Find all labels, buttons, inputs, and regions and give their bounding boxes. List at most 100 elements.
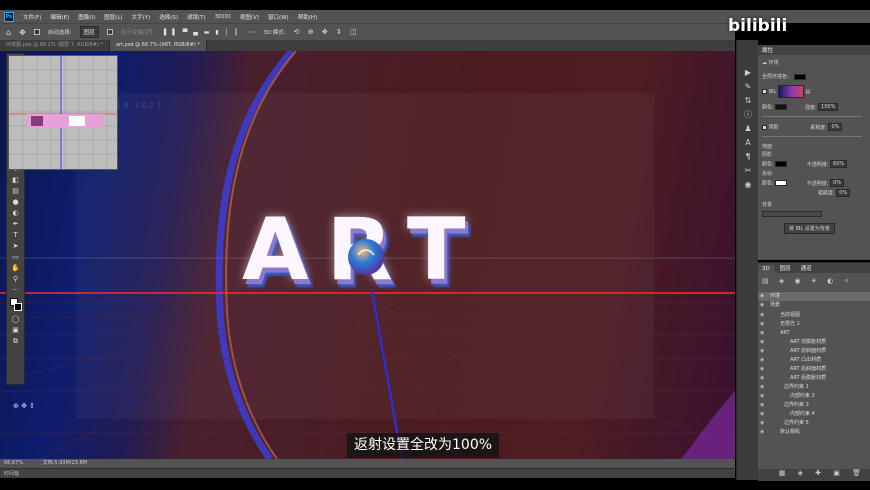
type-panel-icon[interactable]: A [737, 136, 759, 150]
layer-row[interactable]: ◉ ART 前斜面材质 [758, 347, 870, 356]
clone-source-icon[interactable]: ♟ [737, 122, 759, 136]
menu-edit[interactable]: 编辑(E) [50, 13, 69, 21]
ibl-checkbox[interactable] [762, 89, 767, 94]
menu-file[interactable]: 文件(F) [23, 13, 41, 21]
reflection-color-swatch[interactable] [775, 180, 788, 186]
zoom-tool-icon[interactable]: ⚲ [7, 274, 24, 285]
quick-mask-icon[interactable]: ◯ [7, 314, 24, 325]
more-tools-icon[interactable]: ··· [7, 285, 24, 296]
eye-icon[interactable]: ◉ [760, 338, 764, 347]
softness-field[interactable]: 0% [828, 123, 843, 131]
layer-row[interactable]: ◉ ART 后膨胀材质 [758, 374, 870, 383]
eye-icon[interactable]: ◉ [760, 383, 764, 392]
softness-slider[interactable] [762, 133, 862, 139]
timeline-bar[interactable]: 时间轴 [0, 468, 735, 478]
edit-toolbar-icon[interactable]: ⧉ [7, 336, 24, 347]
layer-row[interactable]: ◉ ART 后斜面材质 [758, 365, 870, 374]
layer-row[interactable]: ◉ 边界约束 1 [758, 383, 870, 392]
menu-view[interactable]: 视图(V) [240, 13, 259, 21]
ground-color-swatch[interactable] [775, 161, 788, 167]
navigator-panel[interactable] [8, 55, 118, 170]
eye-icon[interactable]: ◉ [760, 320, 764, 329]
tab-3d[interactable]: 3D [758, 265, 774, 273]
eye-icon[interactable]: ◉ [760, 410, 764, 419]
eye-icon[interactable]: ◉ [760, 365, 764, 374]
eye-icon[interactable]: ◉ [760, 419, 764, 428]
history-panel-icon[interactable]: ▶ [737, 66, 759, 80]
menu-3d[interactable]: 3D(D) [215, 14, 231, 20]
bg-field[interactable] [762, 211, 822, 217]
screen-mode-icon[interactable]: ▣ [7, 325, 24, 336]
menu-image[interactable]: 图像(I) [78, 13, 95, 21]
align-icons[interactable]: ▐ ▌ ▀ ▄ ▬ ▮ │ ┃ [162, 29, 240, 36]
layer-row[interactable]: ◉ ART [758, 329, 870, 338]
zoom-level[interactable]: 66.67% [4, 460, 23, 466]
eye-icon[interactable]: ◉ [760, 401, 764, 410]
layer-row[interactable]: ◉ 内部约束 2 [758, 392, 870, 401]
ibl-file-icon[interactable]: ▤ [805, 89, 810, 95]
refl-opacity-field[interactable]: 0% [830, 179, 845, 187]
layer-row[interactable]: ◉ 边界约束 5 [758, 419, 870, 428]
layer-row[interactable]: ◉ 环境 [758, 292, 870, 301]
menu-filter[interactable]: 滤镜(T) [187, 13, 206, 21]
brush-panel-icon[interactable]: ✎ [737, 80, 759, 94]
tab-layers[interactable]: 图层 [775, 263, 795, 273]
auto-select-checkbox[interactable] [33, 29, 40, 35]
menu-select[interactable]: 选择(S) [159, 13, 178, 21]
menu-help[interactable]: 帮助(H) [298, 13, 317, 21]
opacity-field[interactable]: 60% [830, 160, 848, 168]
home-icon[interactable]: ⌂ [6, 28, 11, 37]
eye-icon[interactable]: ◉ [760, 292, 764, 301]
eye-icon[interactable]: ◉ [760, 347, 764, 356]
eraser-tool-icon[interactable]: ◧ [7, 175, 24, 186]
shape-tool-icon[interactable]: ▭ [7, 252, 24, 263]
layer-row[interactable]: ◉ 内部约束 4 [758, 410, 870, 419]
hand-tool-icon[interactable]: ✋ [7, 263, 24, 274]
3d-axis-widget[interactable]: ⊕ ✥ ⇕ [13, 402, 35, 410]
move-tool-icon[interactable]: ✥ [19, 28, 26, 37]
sphere-object[interactable] [346, 237, 386, 277]
eye-icon[interactable]: ◉ [760, 311, 764, 320]
eye-icon[interactable]: ◉ [760, 428, 764, 437]
layer-row[interactable]: ◉ 无限光 1 [758, 320, 870, 329]
eye-icon[interactable]: ◉ [760, 392, 764, 401]
menu-type[interactable]: 文字(Y) [132, 13, 151, 21]
3d-mode-icons[interactable]: ⟲ ⊕ ✥ ⇕ ◫ [294, 28, 360, 36]
shadow-checkbox[interactable] [762, 124, 767, 130]
menu-layer[interactable]: 图层(L) [104, 13, 122, 21]
layer-row[interactable]: ◉ 默认相机 [758, 428, 870, 437]
info-panel-icon[interactable]: ⓘ [737, 108, 759, 122]
tools-preset-icon[interactable]: ✂ [737, 164, 759, 178]
tab-channels[interactable]: 通道 [796, 263, 816, 273]
menu-window[interactable]: 窗口(W) [268, 13, 289, 21]
3d-material-icon[interactable]: ◉ [737, 178, 759, 192]
tab-art-psd[interactable]: art.psd @ 66.7% (ART, RGB/8#) * [109, 40, 207, 51]
layer-row[interactable]: ◉ 场景 [758, 301, 870, 310]
intensity-slider[interactable] [762, 113, 862, 119]
layer-row[interactable]: ◉ 当前视图 [758, 311, 870, 320]
transform-controls-checkbox[interactable] [106, 29, 113, 35]
layers-footer-icons[interactable]: ▦ ◈ ✚ ▣ 🗑 [758, 469, 870, 481]
more-icon[interactable]: ··· [248, 28, 256, 37]
layer-row[interactable]: ◉ ART 凸出材质 [758, 356, 870, 365]
color-swatches-icon[interactable] [7, 296, 24, 314]
path-select-icon[interactable]: ➤ [7, 241, 24, 252]
layer-row[interactable]: ◉ ART 前膨胀材质 [758, 338, 870, 347]
dodge-tool-icon[interactable]: ◐ [7, 208, 24, 219]
eye-icon[interactable]: ◉ [760, 374, 764, 383]
adjust-panel-icon[interactable]: ⇅ [737, 94, 759, 108]
3d-filter-icons[interactable]: ▤ ◈ ◉ ☀ ◐ ✧ [762, 277, 853, 285]
eye-icon[interactable]: ◉ [760, 329, 764, 338]
paragraph-panel-icon[interactable]: ¶ [737, 150, 759, 164]
intensity-field[interactable]: 100% [818, 103, 839, 111]
blur-tool-icon[interactable]: ● [7, 197, 24, 208]
eye-icon[interactable]: ◉ [760, 301, 764, 310]
pen-tool-icon[interactable]: ✒ [7, 219, 24, 230]
set-ibl-bg-button[interactable]: 将 IBL 设置为背景 [784, 223, 835, 234]
layer-row[interactable]: ◉ 边界约束 3 [758, 401, 870, 410]
global-env-color-swatch[interactable] [793, 73, 806, 80]
gradient-tool-icon[interactable]: ▤ [7, 186, 24, 197]
tab-env-psb[interactable]: 环境图.psb @ 66.1% (图层 7, RGB/8#) * [0, 40, 110, 51]
ibl-color-swatch[interactable] [775, 104, 788, 110]
eye-icon[interactable]: ◉ [760, 356, 764, 365]
